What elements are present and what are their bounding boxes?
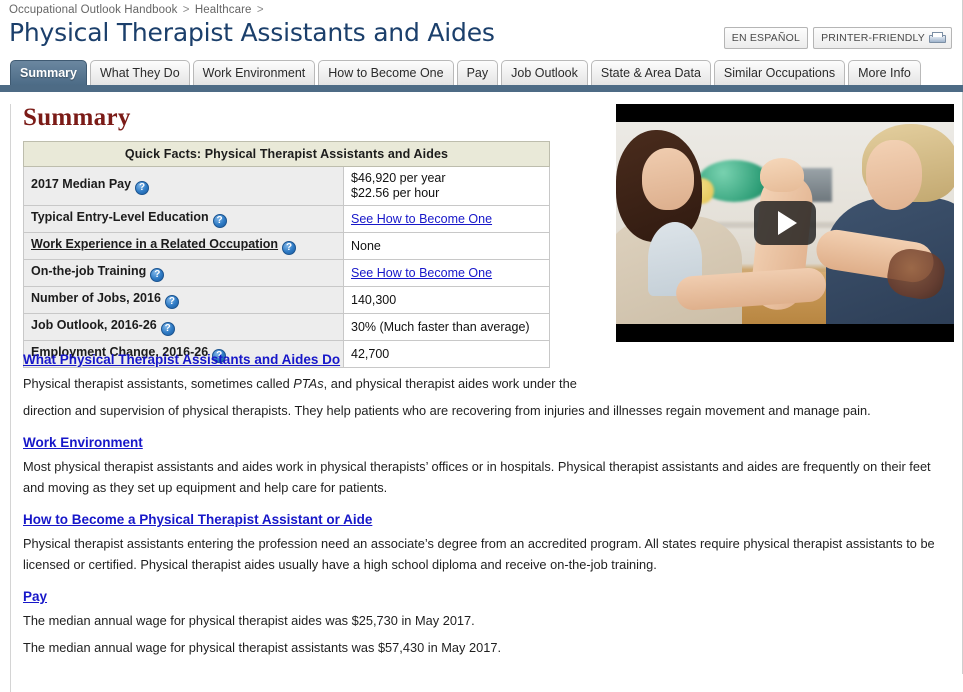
play-triangle (777, 211, 797, 235)
patient-figure (813, 124, 954, 324)
quick-facts-row-label: Job Outlook, 2016-26? (23, 313, 344, 341)
paragraph-text: Physical therapist assistants, sometimes… (23, 376, 294, 391)
section-paragraph: The median annual wage for physical ther… (23, 610, 951, 631)
quick-facts-row-value: See How to Become One (343, 259, 550, 287)
tab-work-environment[interactable]: Work Environment (192, 60, 316, 85)
breadcrumb-item-ooh[interactable]: Occupational Outlook Handbook (9, 4, 177, 16)
quick-facts-row-label: 2017 Median Pay? (23, 166, 344, 206)
section-paragraph: The median annual wage for physical ther… (23, 637, 951, 658)
paragraph-text-after: , and physical therapist aides work unde… (323, 376, 577, 391)
title-row: Physical Therapist Assistants and Aides … (0, 17, 962, 53)
summary-section: Work Environment Most physical therapist … (23, 435, 951, 498)
tab-summary[interactable]: Summary (10, 60, 87, 85)
table-row: Work Experience in a Related Occupation?… (23, 232, 550, 260)
quick-facts-row-value: None (343, 232, 550, 260)
quick-facts-caption: Quick Facts: Physical Therapist Assistan… (23, 141, 550, 167)
breadcrumb-item-healthcare[interactable]: Healthcare (195, 4, 252, 16)
section-heading-link[interactable]: What Physical Therapist Assistants and A… (23, 352, 951, 367)
section-paragraph: direction and supervision of physical th… (23, 400, 951, 421)
breadcrumb: Occupational Outlook Handbook > Healthca… (0, 0, 962, 17)
printer-icon (929, 31, 946, 44)
quick-facts-value-text: None (351, 238, 381, 253)
quick-facts-row-label: On-the-job Training? (23, 259, 344, 287)
tab-what-they-do[interactable]: What They Do (89, 60, 190, 85)
quick-facts-value-text: 30% (Much faster than average) (351, 319, 530, 334)
help-icon[interactable]: ? (212, 214, 227, 228)
tab-bar-underline (0, 85, 963, 92)
see-how-to-become-one-link[interactable]: See How to Become One (351, 266, 492, 280)
quick-facts-label-text[interactable]: Work Experience in a Related Occupation (31, 237, 278, 251)
tab-state-area-data[interactable]: State & Area Data (590, 60, 711, 85)
table-row: On-the-job Training? See How to Become On… (23, 259, 550, 287)
section-paragraph: Most physical therapist assistants and a… (23, 456, 951, 498)
quick-facts-value-text: 140,300 (351, 292, 397, 307)
tab-job-outlook[interactable]: Job Outlook (501, 60, 588, 85)
section-paragraph: Physical therapist assistants entering t… (23, 533, 951, 575)
quick-facts-label-text: 2017 Median Pay (31, 177, 132, 191)
en-espanol-label: EN ESPAÑOL (731, 31, 801, 44)
summary-section: How to Become a Physical Therapist Assis… (23, 512, 951, 575)
table-row: Typical Entry-Level Education? See How to… (23, 205, 550, 233)
top-action-buttons: EN ESPAÑOL PRINTER-FRIENDLY (723, 27, 952, 49)
play-icon[interactable] (754, 201, 816, 245)
paragraph-text: The median annual wage for physical ther… (23, 640, 502, 655)
help-icon[interactable]: ? (150, 268, 165, 282)
summary-section: What Physical Therapist Assistants and A… (23, 352, 951, 421)
quick-facts-row-value: 30% (Much faster than average) (343, 313, 550, 341)
summary-section: Pay The median annual wage for physical t… (23, 589, 951, 658)
table-row: Job Outlook, 2016-26? 30% (Much faster th… (23, 313, 550, 341)
table-row: Number of Jobs, 2016? 140,300 (23, 286, 550, 314)
printer-friendly-button[interactable]: PRINTER-FRIENDLY (813, 27, 952, 49)
quick-facts-label-text: On-the-job Training (31, 264, 147, 278)
quick-facts-row-value: See How to Become One (343, 205, 550, 233)
paragraph-text: Most physical therapist assistants and a… (23, 459, 931, 495)
tab-how-to-become-one[interactable]: How to Become One (318, 60, 454, 85)
en-espanol-button[interactable]: EN ESPAÑOL (723, 27, 809, 49)
quick-facts-row-value: 140,300 (343, 286, 550, 314)
section-heading-link[interactable]: Work Environment (23, 435, 951, 450)
help-icon[interactable]: ? (282, 241, 297, 255)
paragraph-text: The median annual wage for physical ther… (23, 613, 475, 628)
quick-facts-table: Quick Facts: Physical Therapist Assistan… (23, 141, 550, 368)
quick-facts-value-text: $46,920 per year (351, 171, 446, 185)
tab-bar: Summary What They Do Work Environment How t… (0, 57, 962, 85)
quick-facts-row-label: Work Experience in a Related Occupation? (23, 232, 344, 260)
patient-hand (760, 158, 804, 192)
quick-facts-value-text: $22.56 per hour (351, 186, 440, 200)
paragraph-text: Physical therapist assistants entering t… (23, 536, 935, 572)
help-icon[interactable]: ? (135, 181, 150, 195)
page-root: Occupational Outlook Handbook > Healthca… (0, 0, 963, 692)
quick-facts-row-label: Typical Entry-Level Education? (23, 205, 344, 233)
quick-facts-label-text: Number of Jobs, 2016 (31, 291, 161, 305)
section-heading-link[interactable]: How to Become a Physical Therapist Assis… (23, 512, 951, 527)
summary-sections: What Physical Therapist Assistants and A… (11, 352, 951, 672)
breadcrumb-separator-trailing: > (256, 4, 264, 16)
tab-pay[interactable]: Pay (456, 60, 499, 85)
tab-similar-occupations[interactable]: Similar Occupations (713, 60, 846, 85)
occupation-video-thumbnail[interactable] (616, 104, 954, 342)
paragraph-emphasis: PTAs (293, 376, 324, 391)
quick-facts-row-label: Number of Jobs, 2016? (23, 286, 344, 314)
help-icon[interactable]: ? (160, 322, 175, 336)
help-icon[interactable]: ? (164, 295, 179, 309)
breadcrumb-separator: > (182, 4, 190, 16)
quick-facts-label-text: Job Outlook, 2016-26 (31, 318, 157, 332)
see-how-to-become-one-link[interactable]: See How to Become One (351, 212, 492, 226)
quick-facts-label-text: Typical Entry-Level Education (31, 210, 209, 224)
main-content: Summary Quick Facts: Physical Therapist … (10, 104, 962, 692)
paragraph-text: direction and supervision of physical th… (23, 403, 871, 418)
section-heading-link[interactable]: Pay (23, 589, 951, 604)
section-paragraph: Physical therapist assistants, sometimes… (23, 373, 951, 394)
quick-facts-row-value: $46,920 per year $22.56 per hour (343, 166, 550, 206)
printer-friendly-label: PRINTER-FRIENDLY (821, 31, 925, 44)
tab-more-info[interactable]: More Info (848, 60, 921, 85)
table-row: 2017 Median Pay? $46,920 per year $22.56 p… (23, 166, 550, 206)
